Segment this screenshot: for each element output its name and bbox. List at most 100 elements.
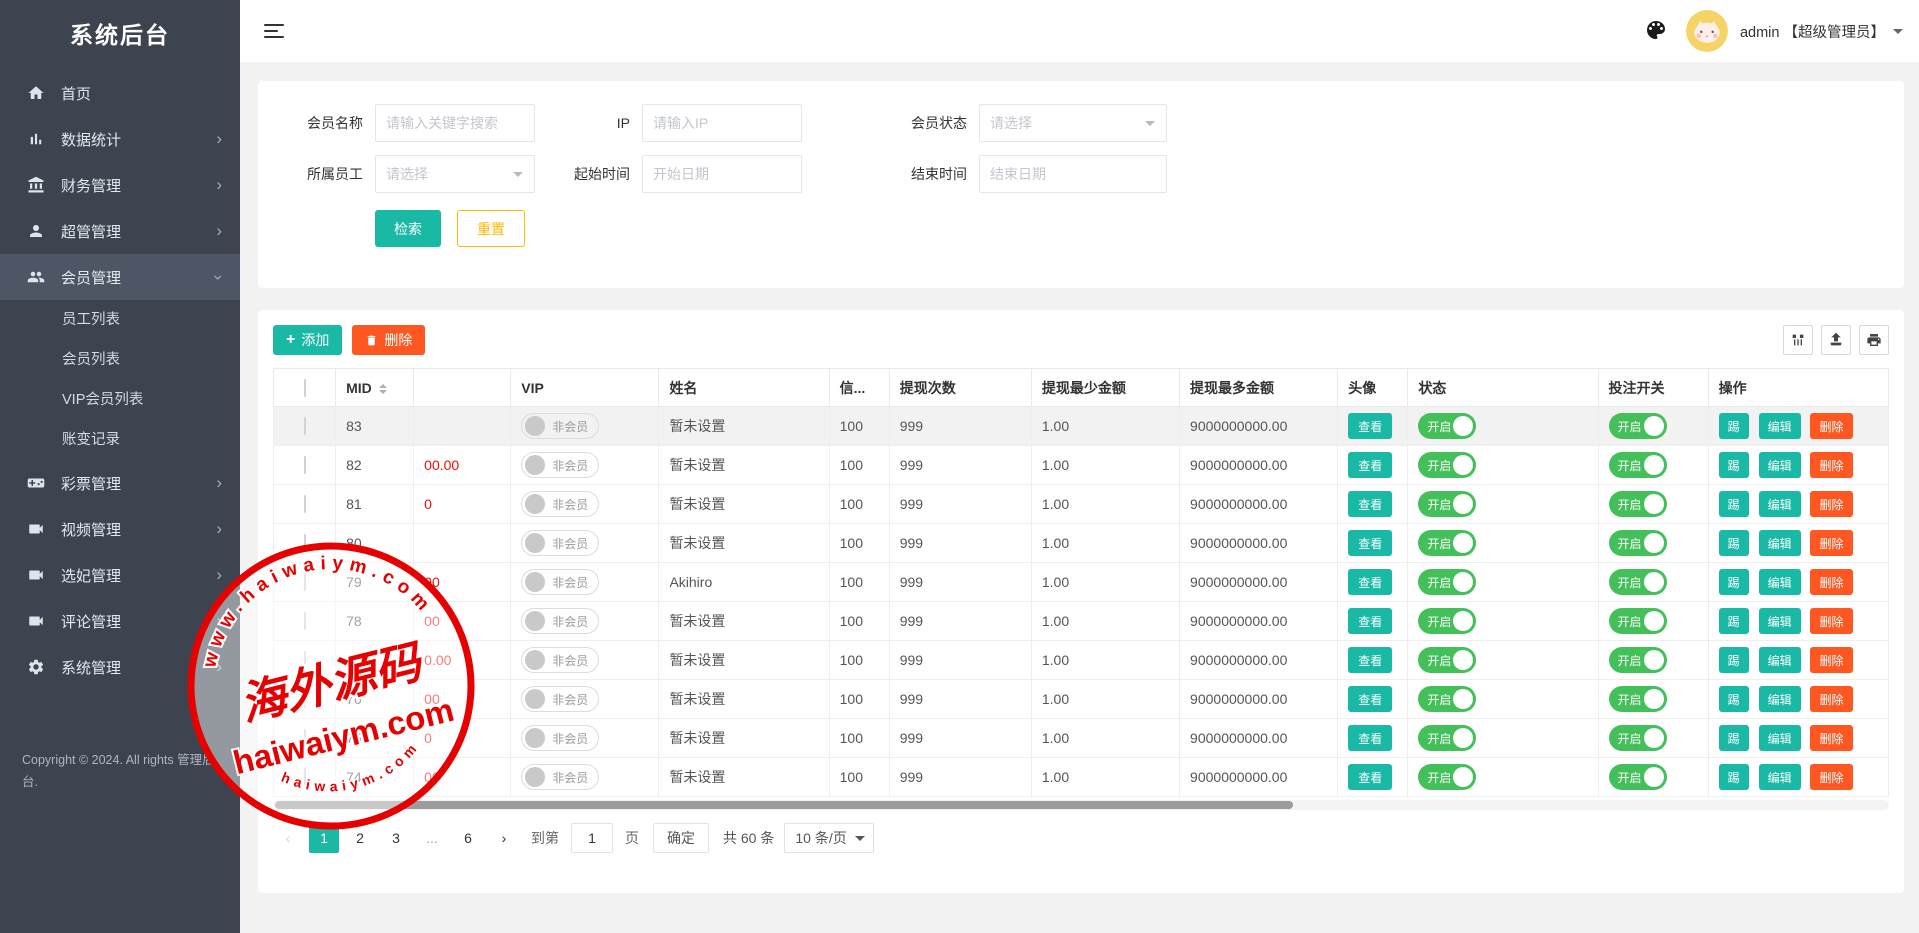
- delete-row-button[interactable]: 删除: [1810, 452, 1852, 478]
- status-toggle[interactable]: 开启: [1418, 686, 1476, 712]
- bet-toggle[interactable]: 开启: [1609, 647, 1667, 673]
- edit-button[interactable]: 编辑: [1759, 725, 1801, 751]
- delete-row-button[interactable]: 删除: [1810, 608, 1852, 634]
- kick-button[interactable]: 踢: [1719, 569, 1749, 595]
- edit-button[interactable]: 编辑: [1759, 569, 1801, 595]
- row-checkbox[interactable]: [304, 495, 306, 513]
- staff-select[interactable]: 请选择: [375, 155, 535, 193]
- page-number-button[interactable]: 1: [309, 823, 339, 853]
- vip-toggle[interactable]: 非会员: [521, 491, 599, 517]
- reset-button[interactable]: 重置: [457, 210, 525, 247]
- theme-palette-icon[interactable]: [1644, 18, 1670, 44]
- edit-button[interactable]: 编辑: [1759, 608, 1801, 634]
- view-avatar-button[interactable]: 查看: [1348, 569, 1392, 595]
- page-number-button[interactable]: 6: [453, 823, 483, 853]
- columns-filter-icon[interactable]: [1783, 325, 1813, 355]
- admin-user-label[interactable]: admin 【超级管理员】: [1740, 21, 1885, 42]
- end-date-input[interactable]: [979, 155, 1167, 193]
- delete-row-button[interactable]: 删除: [1810, 413, 1852, 439]
- bet-toggle[interactable]: 开启: [1609, 452, 1667, 478]
- print-icon[interactable]: [1859, 325, 1889, 355]
- delete-row-button[interactable]: 删除: [1810, 686, 1852, 712]
- sort-icon[interactable]: [379, 384, 387, 394]
- sidebar-item-8[interactable]: 评论管理 ›: [0, 598, 240, 644]
- sidebar-item-7[interactable]: 选妃管理 ›: [0, 552, 240, 598]
- delete-row-button[interactable]: 删除: [1810, 647, 1852, 673]
- bet-toggle[interactable]: 开启: [1609, 569, 1667, 595]
- view-avatar-button[interactable]: 查看: [1348, 686, 1392, 712]
- edit-button[interactable]: 编辑: [1759, 413, 1801, 439]
- row-checkbox[interactable]: [304, 612, 306, 630]
- avatar[interactable]: [1686, 10, 1728, 52]
- page-number-button[interactable]: 3: [381, 823, 411, 853]
- delete-row-button[interactable]: 删除: [1810, 530, 1852, 556]
- edit-button[interactable]: 编辑: [1759, 452, 1801, 478]
- kick-button[interactable]: 踢: [1719, 491, 1749, 517]
- ip-input[interactable]: [642, 104, 802, 142]
- vip-toggle[interactable]: 非会员: [521, 452, 599, 478]
- row-checkbox[interactable]: [304, 651, 306, 669]
- sidebar-item-5[interactable]: 彩票管理 ›: [0, 460, 240, 506]
- sidebar-item-3[interactable]: 超管管理 ›: [0, 208, 240, 254]
- export-icon[interactable]: [1821, 325, 1851, 355]
- view-avatar-button[interactable]: 查看: [1348, 647, 1392, 673]
- bet-toggle[interactable]: 开启: [1609, 530, 1667, 556]
- page-prev-button[interactable]: ‹: [273, 823, 303, 853]
- status-toggle[interactable]: 开启: [1418, 764, 1476, 790]
- sidebar-subitem-0[interactable]: 员工列表: [0, 300, 240, 340]
- kick-button[interactable]: 踢: [1719, 764, 1749, 790]
- edit-button[interactable]: 编辑: [1759, 764, 1801, 790]
- page-next-button[interactable]: ›: [489, 823, 519, 853]
- menu-toggle-icon[interactable]: [264, 24, 284, 38]
- row-checkbox[interactable]: [304, 729, 306, 747]
- row-checkbox[interactable]: [304, 573, 306, 591]
- member-status-select[interactable]: 请选择: [979, 104, 1167, 142]
- kick-button[interactable]: 踢: [1719, 452, 1749, 478]
- row-checkbox[interactable]: [304, 690, 306, 708]
- kick-button[interactable]: 踢: [1719, 413, 1749, 439]
- scrollbar-thumb[interactable]: [275, 801, 1293, 809]
- vip-toggle[interactable]: 非会员: [521, 647, 599, 673]
- row-checkbox[interactable]: [304, 417, 306, 435]
- vip-toggle[interactable]: 非会员: [521, 764, 599, 790]
- row-checkbox[interactable]: [304, 768, 306, 786]
- vip-toggle[interactable]: 非会员: [521, 530, 599, 556]
- vip-toggle[interactable]: 非会员: [521, 569, 599, 595]
- sidebar-item-2[interactable]: 财务管理 ›: [0, 162, 240, 208]
- search-button[interactable]: 检索: [375, 210, 441, 247]
- vip-toggle[interactable]: 非会员: [521, 686, 599, 712]
- confirm-button[interactable]: 确定: [653, 823, 709, 853]
- edit-button[interactable]: 编辑: [1759, 647, 1801, 673]
- sidebar-item-9[interactable]: 系统管理 ›: [0, 644, 240, 690]
- view-avatar-button[interactable]: 查看: [1348, 491, 1392, 517]
- member-name-input[interactable]: [375, 104, 535, 142]
- sidebar-subitem-1[interactable]: 会员列表: [0, 340, 240, 380]
- status-toggle[interactable]: 开启: [1418, 725, 1476, 751]
- delete-row-button[interactable]: 删除: [1810, 764, 1852, 790]
- status-toggle[interactable]: 开启: [1418, 452, 1476, 478]
- delete-row-button[interactable]: 删除: [1810, 491, 1852, 517]
- kick-button[interactable]: 踢: [1719, 608, 1749, 634]
- bet-toggle[interactable]: 开启: [1609, 764, 1667, 790]
- horizontal-scrollbar[interactable]: [273, 800, 1889, 810]
- sidebar-subitem-2[interactable]: VIP会员列表: [0, 380, 240, 420]
- row-checkbox[interactable]: [304, 534, 306, 552]
- row-checkbox[interactable]: [304, 456, 306, 474]
- sidebar-item-1[interactable]: 数据统计 ›: [0, 116, 240, 162]
- kick-button[interactable]: 踢: [1719, 686, 1749, 712]
- status-toggle[interactable]: 开启: [1418, 647, 1476, 673]
- add-button[interactable]: +添加: [273, 325, 342, 355]
- status-toggle[interactable]: 开启: [1418, 491, 1476, 517]
- sidebar-item-6[interactable]: 视频管理 ›: [0, 506, 240, 552]
- chevron-down-icon[interactable]: [1893, 29, 1903, 39]
- col-mid[interactable]: MID: [336, 369, 414, 407]
- view-avatar-button[interactable]: 查看: [1348, 530, 1392, 556]
- select-all-checkbox[interactable]: [304, 379, 306, 397]
- bet-toggle[interactable]: 开启: [1609, 725, 1667, 751]
- kick-button[interactable]: 踢: [1719, 647, 1749, 673]
- view-avatar-button[interactable]: 查看: [1348, 764, 1392, 790]
- bet-toggle[interactable]: 开启: [1609, 608, 1667, 634]
- delete-row-button[interactable]: 删除: [1810, 725, 1852, 751]
- edit-button[interactable]: 编辑: [1759, 686, 1801, 712]
- delete-row-button[interactable]: 删除: [1810, 569, 1852, 595]
